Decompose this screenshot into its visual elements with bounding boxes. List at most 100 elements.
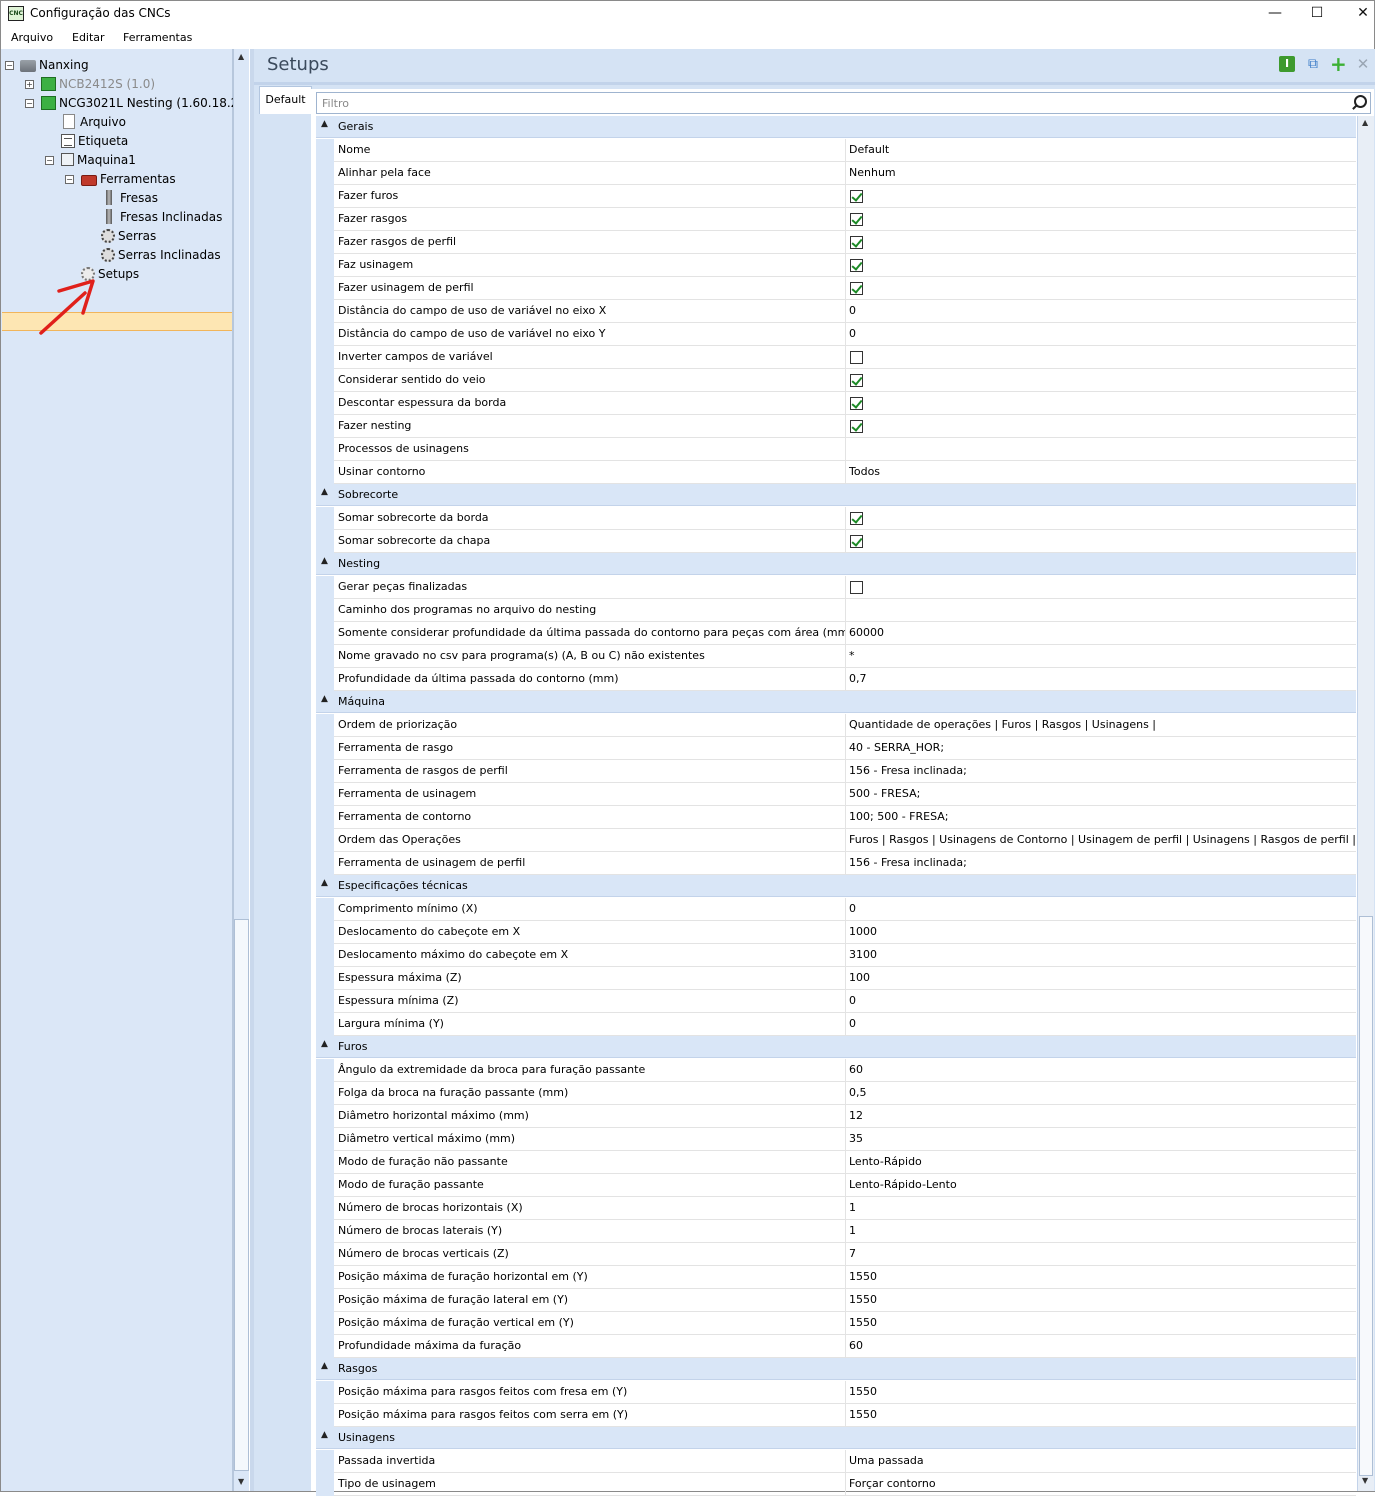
property-value[interactable]: 0 [846, 990, 1356, 1013]
property-row[interactable]: Ferramenta de usinagem de perfil 156 - Fr… [316, 852, 1356, 875]
property-row[interactable]: Fazer usinagem de perfil [316, 277, 1356, 300]
property-row[interactable]: Profundidade máxima da furação 60 [316, 1335, 1356, 1358]
property-row[interactable]: Posição máxima de furação lateral em (Y)… [316, 1289, 1356, 1312]
property-value[interactable]: 500 - FRESA; [846, 783, 1356, 806]
property-value[interactable]: 156 - Fresa inclinada; [846, 760, 1356, 783]
collapse-toggle-ncg3021l[interactable]: − [25, 99, 34, 108]
property-value[interactable]: * [846, 645, 1356, 668]
tree-item-fresas-inclinadas[interactable]: Fresas Inclinadas [101, 207, 222, 226]
property-row[interactable]: Fazer rasgos [316, 208, 1356, 231]
menu-ferramentas[interactable]: Ferramentas [123, 31, 192, 44]
checkbox[interactable] [850, 535, 863, 548]
property-row[interactable]: Nome Default [316, 139, 1356, 162]
property-row[interactable]: Largura mínima (Y) 0 [316, 1013, 1356, 1036]
collapse-chevron-icon[interactable]: ▲ [321, 878, 328, 888]
close-button[interactable]: ✕ [1340, 1, 1375, 27]
tab-default[interactable]: Default [259, 86, 312, 114]
property-value[interactable]: 1550 [846, 1404, 1356, 1427]
scroll-down-icon[interactable]: ▼ [238, 1477, 244, 1486]
scroll-up-icon[interactable]: ▲ [1362, 118, 1368, 127]
filter-input[interactable]: Filtro [316, 92, 1371, 114]
property-row[interactable]: Fazer rasgos de perfil [316, 231, 1356, 254]
checkbox[interactable] [850, 236, 863, 249]
property-value[interactable]: 12 [846, 1105, 1356, 1128]
category-header[interactable]: ▲ Usinagens [316, 1427, 1356, 1449]
checkbox[interactable] [850, 374, 863, 387]
category-header[interactable]: ▲ Especificações técnicas [316, 875, 1356, 897]
tree-item-serras-inclinadas[interactable]: Serras Inclinadas [101, 245, 221, 264]
property-row[interactable]: Somente considerar profundidade da últim… [316, 622, 1356, 645]
property-row[interactable]: Distância do campo de uso de variável no… [316, 323, 1356, 346]
collapse-chevron-icon[interactable]: ▲ [321, 1039, 328, 1049]
add-button[interactable]: + [1330, 54, 1347, 74]
property-value[interactable]: 1550 [846, 1381, 1356, 1404]
property-row[interactable]: Número de brocas horizontais (X) 1 [316, 1197, 1356, 1220]
property-row[interactable]: Ângulo da extremidade da broca para fura… [316, 1059, 1356, 1082]
property-row[interactable]: Número de brocas laterais (Y) 1 [316, 1220, 1356, 1243]
property-row[interactable]: Fazer furos [316, 185, 1356, 208]
scroll-up-icon[interactable]: ▲ [238, 52, 244, 61]
property-value[interactable]: 1550 [846, 1312, 1356, 1335]
tree-scrollbar[interactable]: ▲ ▼ [233, 49, 249, 1491]
menu-arquivo[interactable]: Arquivo [11, 31, 53, 44]
property-row[interactable]: Ordem das Operações Furos | Rasgos | Usin… [316, 829, 1356, 852]
property-value[interactable]: Default [846, 139, 1356, 162]
property-value[interactable]: Uma passada [846, 1450, 1356, 1473]
property-value[interactable]: Lento-Rápido-Lento [846, 1174, 1356, 1197]
collapse-toggle-ferramentas[interactable]: − [65, 175, 74, 184]
scrollbar-thumb[interactable] [234, 919, 249, 1471]
collapse-chevron-icon[interactable]: ▲ [321, 119, 328, 129]
property-row[interactable]: Alinhar pela face Nenhum [316, 162, 1356, 185]
collapse-chevron-icon[interactable]: ▲ [321, 694, 328, 704]
collapse-chevron-icon[interactable]: ▲ [321, 487, 328, 497]
property-value[interactable] [846, 599, 1356, 622]
property-row[interactable]: Caminho dos programas no arquivo do nest… [316, 599, 1356, 622]
collapse-toggle-maquina1[interactable]: − [45, 156, 54, 165]
property-value[interactable]: 0 [846, 300, 1356, 323]
property-row[interactable]: Descontar espessura da borda [316, 392, 1356, 415]
collapse-chevron-icon[interactable]: ▲ [321, 1361, 328, 1371]
checkbox[interactable] [850, 397, 863, 410]
property-row[interactable]: Profundidade da última passada do contor… [316, 668, 1356, 691]
tree-item-fresas[interactable]: Fresas [101, 188, 158, 207]
property-value[interactable]: 60000 [846, 622, 1356, 645]
tree-item-maquina1[interactable]: Maquina1 [61, 150, 136, 169]
tree-item-ncb2412s[interactable]: NCB2412S (1.0) [41, 74, 155, 93]
property-value[interactable]: 0,5 [846, 1082, 1356, 1105]
property-row[interactable]: Diâmetro vertical máximo (mm) 35 [316, 1128, 1356, 1151]
property-row[interactable]: Diâmetro horizontal máximo (mm) 12 [316, 1105, 1356, 1128]
category-header[interactable]: ▲ Gerais [316, 116, 1356, 138]
property-value[interactable] [846, 438, 1356, 461]
property-row[interactable]: Posição máxima de furação vertical em (Y… [316, 1312, 1356, 1335]
property-value[interactable]: 156 - Fresa inclinada; [846, 852, 1356, 875]
property-value[interactable]: Nenhum [846, 162, 1356, 185]
checkbox[interactable] [850, 512, 863, 525]
property-value[interactable]: 1 [846, 1220, 1356, 1243]
grid-scrollbar[interactable]: ▲ ▼ [1357, 116, 1374, 1491]
property-row[interactable]: Somar sobrecorte da borda [316, 507, 1356, 530]
property-row[interactable]: Modo de furação passante Lento-Rápido-Len… [316, 1174, 1356, 1197]
property-row[interactable]: Nome gravado no csv para programa(s) (A,… [316, 645, 1356, 668]
expand-toggle-ncb2412s[interactable]: + [25, 80, 34, 89]
property-row[interactable]: Tipo de usinagem Forçar contorno [316, 1473, 1356, 1496]
tree-item-serras[interactable]: Serras [101, 226, 156, 245]
scroll-down-icon[interactable]: ▼ [1362, 1476, 1368, 1485]
tree-item-nanxing[interactable]: Nanxing [20, 55, 89, 74]
category-header[interactable]: ▲ Nesting [316, 553, 1356, 575]
category-header[interactable]: ▲ Rasgos [316, 1358, 1356, 1380]
property-value[interactable]: 60 [846, 1335, 1356, 1358]
property-row[interactable]: Ferramenta de usinagem 500 - FRESA; [316, 783, 1356, 806]
property-row[interactable]: Espessura mínima (Z) 0 [316, 990, 1356, 1013]
property-row[interactable]: Somar sobrecorte da chapa [316, 530, 1356, 553]
property-row[interactable]: Deslocamento do cabeçote em X 1000 [316, 921, 1356, 944]
property-row[interactable]: Posição máxima de furação horizontal em … [316, 1266, 1356, 1289]
checkbox[interactable] [850, 351, 863, 364]
property-value[interactable]: 1 [846, 1197, 1356, 1220]
property-value[interactable]: Lento-Rápido [846, 1151, 1356, 1174]
checkbox[interactable] [850, 213, 863, 226]
property-value[interactable]: 100; 500 - FRESA; [846, 806, 1356, 829]
tree-item-ncg3021l[interactable]: NCG3021L Nesting (1.60.18.2) [41, 93, 243, 112]
property-value[interactable]: Forçar contorno [846, 1473, 1356, 1496]
checkbox[interactable] [850, 190, 863, 203]
collapse-chevron-icon[interactable]: ▲ [321, 1430, 328, 1440]
